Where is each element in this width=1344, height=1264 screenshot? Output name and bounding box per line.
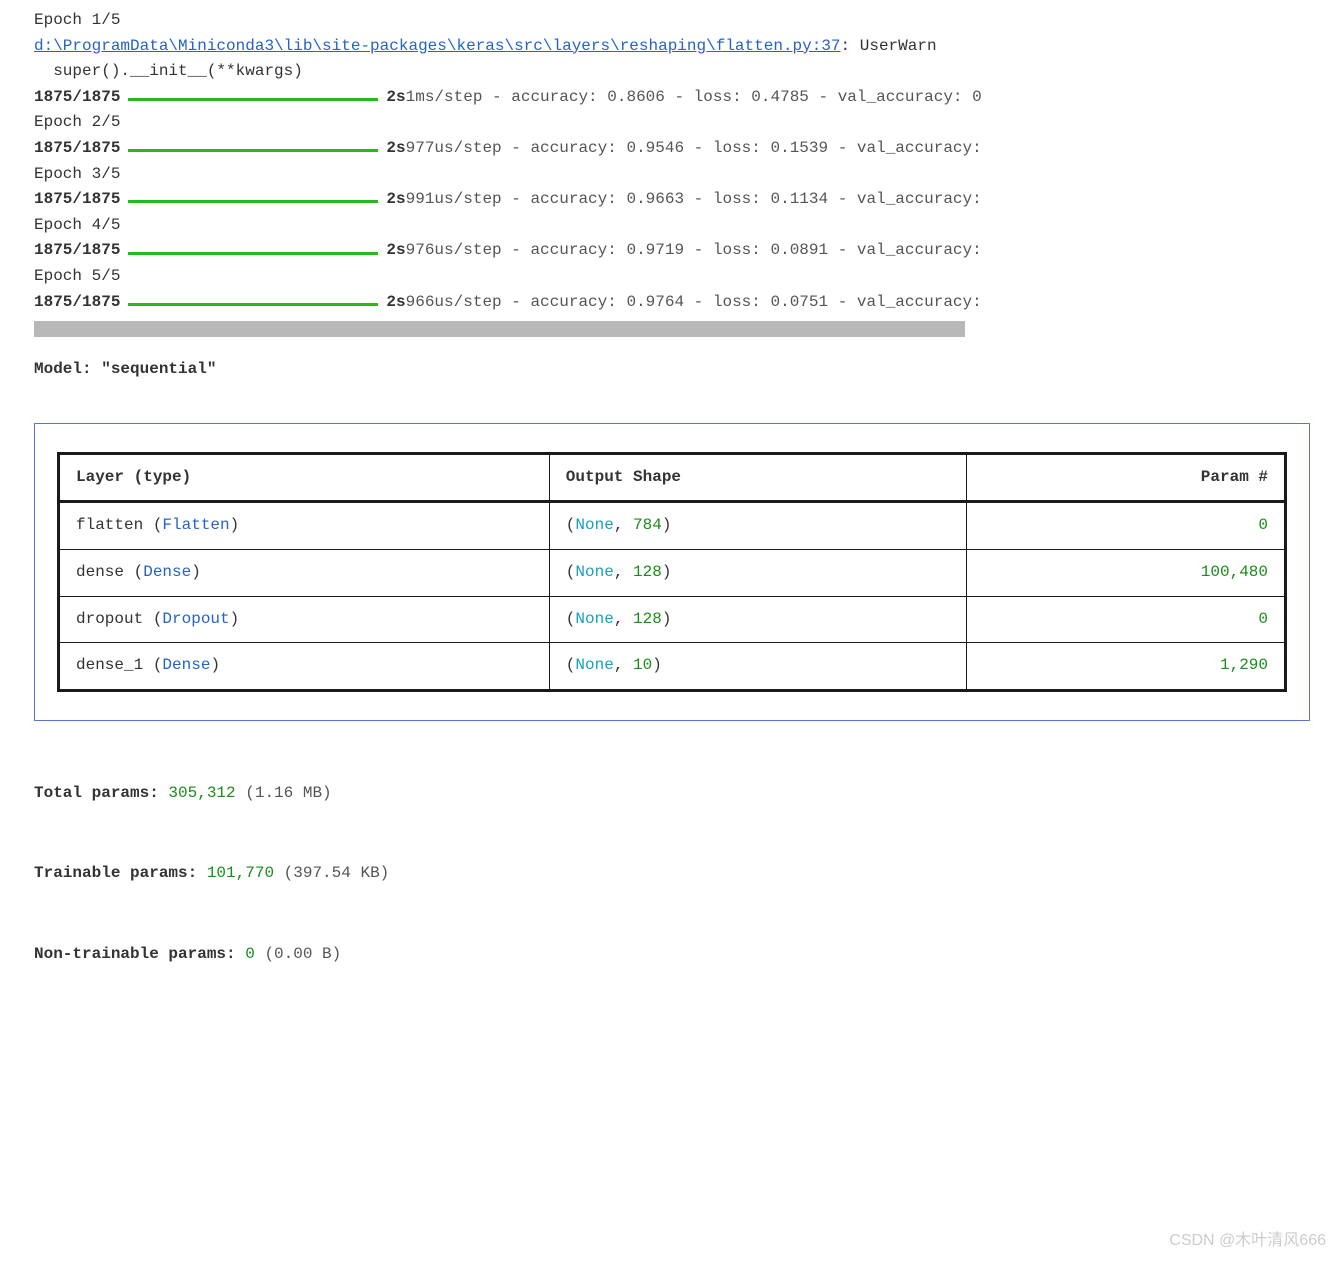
epoch-2-label: Epoch 2/5 — [34, 110, 1310, 136]
epoch-1-progress: 1875/1875 2s 1ms/step - accuracy: 0.8606… — [34, 85, 1310, 111]
table-row: dense (Dense) (None, 128) 100,480 — [59, 549, 1286, 596]
layer-cell: dropout (Dropout) — [59, 596, 550, 643]
progress-bar — [128, 303, 378, 306]
epoch-2-metrics: 977us/step - accuracy: 0.9546 - loss: 0.… — [406, 136, 982, 162]
shape-cell: (None, 128) — [549, 549, 966, 596]
trainable-params-row: Trainable params: 101,770 (397.54 KB) — [34, 861, 1310, 887]
table-row: dense_1 (Dense) (None, 10) 1,290 — [59, 643, 1286, 691]
layer-cell: flatten (Flatten) — [59, 502, 550, 550]
epoch-3-metrics: 991us/step - accuracy: 0.9663 - loss: 0.… — [406, 187, 982, 213]
epoch-3-label: Epoch 3/5 — [34, 162, 1310, 188]
elapsed-time: 2s — [386, 187, 405, 213]
progress-bar — [128, 98, 378, 101]
table-header-row: Layer (type) Output Shape Param # — [59, 453, 1286, 502]
header-params: Param # — [966, 453, 1285, 502]
elapsed-time: 2s — [386, 85, 405, 111]
epoch-4-metrics: 976us/step - accuracy: 0.9719 - loss: 0.… — [406, 238, 982, 264]
progress-bar — [128, 149, 378, 152]
params-cell: 0 — [966, 502, 1285, 550]
params-cell: 1,290 — [966, 643, 1285, 691]
steps-count: 1875/1875 — [34, 290, 120, 316]
layer-cell: dense (Dense) — [59, 549, 550, 596]
epoch-5-label: Epoch 5/5 — [34, 264, 1310, 290]
epoch-2-progress: 1875/1875 2s 977us/step - accuracy: 0.95… — [34, 136, 1310, 162]
epoch-3-progress: 1875/1875 2s 991us/step - accuracy: 0.96… — [34, 187, 1310, 213]
shape-cell: (None, 128) — [549, 596, 966, 643]
horizontal-scrollbar[interactable] — [34, 321, 965, 337]
epoch-5-progress: 1875/1875 2s 966us/step - accuracy: 0.97… — [34, 290, 1310, 316]
params-summary: Total params: 305,312 (1.16 MB) Trainabl… — [34, 781, 1310, 968]
table-row: dropout (Dropout) (None, 128) 0 — [59, 596, 1286, 643]
steps-count: 1875/1875 — [34, 238, 120, 264]
total-params-row: Total params: 305,312 (1.16 MB) — [34, 781, 1310, 807]
warning-path-link[interactable]: d:\ProgramData\Miniconda3\lib\site-packa… — [34, 37, 841, 55]
steps-count: 1875/1875 — [34, 187, 120, 213]
warning-line: d:\ProgramData\Miniconda3\lib\site-packa… — [34, 34, 1310, 60]
epoch-5-metrics: 966us/step - accuracy: 0.9764 - loss: 0.… — [406, 290, 982, 316]
epoch-4-label: Epoch 4/5 — [34, 213, 1310, 239]
progress-bar — [128, 252, 378, 255]
elapsed-time: 2s — [386, 136, 405, 162]
header-layer: Layer (type) — [59, 453, 550, 502]
epoch-4-progress: 1875/1875 2s 976us/step - accuracy: 0.97… — [34, 238, 1310, 264]
header-shape: Output Shape — [549, 453, 966, 502]
warning-suffix: : UserWarn — [841, 37, 937, 55]
output-container: Epoch 1/5 d:\ProgramData\Miniconda3\lib\… — [0, 0, 1344, 975]
epoch-1-label: Epoch 1/5 — [34, 8, 1310, 34]
model-title: Model: "sequential" — [34, 357, 1310, 383]
non-trainable-params-row: Non-trainable params: 0 (0.00 B) — [34, 942, 1310, 968]
progress-bar — [128, 200, 378, 203]
steps-count: 1875/1875 — [34, 136, 120, 162]
shape-cell: (None, 784) — [549, 502, 966, 550]
watermark: CSDN @木叶清风666 — [1169, 1228, 1326, 1254]
elapsed-time: 2s — [386, 238, 405, 264]
steps-count: 1875/1875 — [34, 85, 120, 111]
model-summary-table: Layer (type) Output Shape Param # flatte… — [57, 452, 1287, 692]
model-summary-table-wrapper: Layer (type) Output Shape Param # flatte… — [34, 423, 1310, 721]
table-row: flatten (Flatten) (None, 784) 0 — [59, 502, 1286, 550]
params-cell: 100,480 — [966, 549, 1285, 596]
epoch-1-metrics: 1ms/step - accuracy: 0.8606 - loss: 0.47… — [406, 85, 982, 111]
super-init-line: super().__init__(**kwargs) — [34, 59, 1310, 85]
layer-cell: dense_1 (Dense) — [59, 643, 550, 691]
shape-cell: (None, 10) — [549, 643, 966, 691]
params-cell: 0 — [966, 596, 1285, 643]
elapsed-time: 2s — [386, 290, 405, 316]
